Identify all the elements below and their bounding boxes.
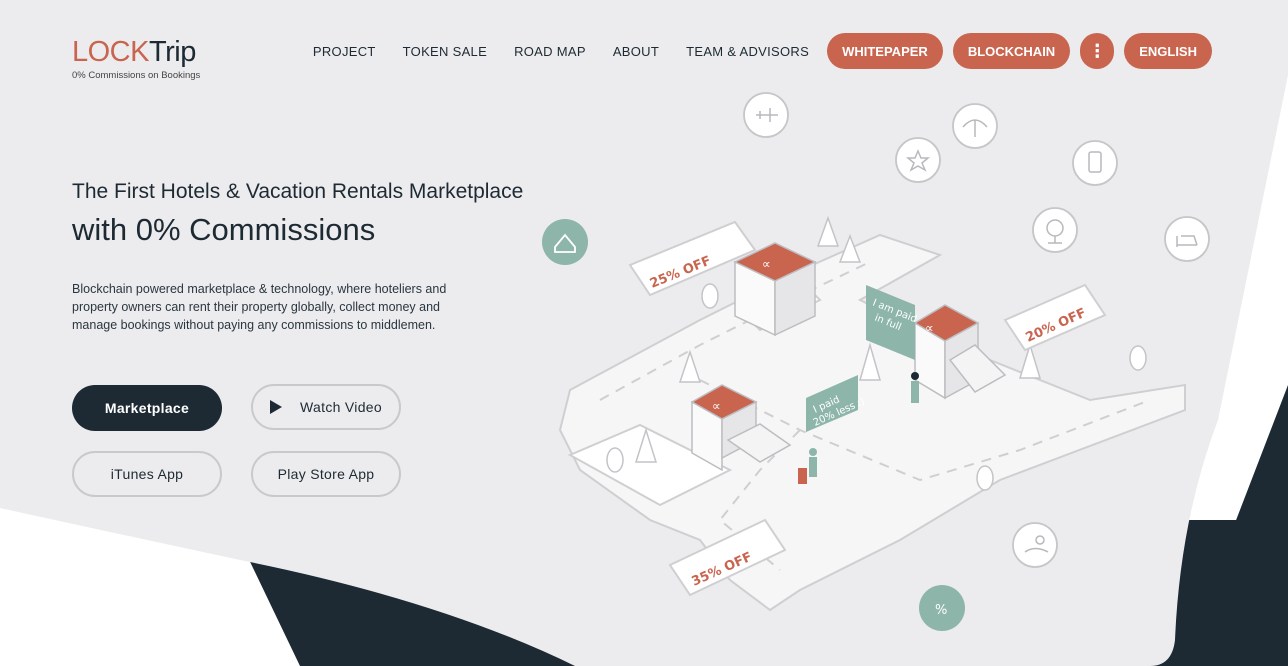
city-illustration: ∝ ∝ ∝ 25% OFF 20% OFF 35% OFF I am paid xyxy=(542,92,1210,631)
more-menu-button[interactable]: ⋮ xyxy=(1080,33,1115,69)
watch-video-button[interactable]: Watch Video xyxy=(251,384,401,430)
language-button[interactable]: ENGLISH xyxy=(1124,33,1212,69)
bed-icon xyxy=(1164,216,1210,262)
itunes-app-button[interactable]: iTunes App xyxy=(72,451,222,497)
logo-wordmark: LOCKTrip xyxy=(72,36,196,68)
whitepaper-button[interactable]: WHITEPAPER xyxy=(827,33,943,69)
nav-team-advisors[interactable]: TEAM & ADVISORS xyxy=(686,44,809,59)
nav-road-map[interactable]: ROAD MAP xyxy=(514,44,586,59)
svg-text:∝: ∝ xyxy=(925,321,934,335)
svg-text:∝: ∝ xyxy=(762,257,771,271)
hero-description: Blockchain powered marketplace & technol… xyxy=(72,282,447,332)
globe-icon xyxy=(1032,207,1078,253)
svg-text:∝: ∝ xyxy=(712,399,721,413)
hero-title: with 0% Commissions xyxy=(72,212,376,247)
hero-subtitle: The First Hotels & Vacation Rentals Mark… xyxy=(72,180,524,203)
nav-token-sale[interactable]: TOKEN SALE xyxy=(403,44,487,59)
star-icon xyxy=(895,137,941,183)
svg-text:%: % xyxy=(935,603,947,618)
play-icon xyxy=(270,400,283,414)
logo[interactable]: LOCKTrip 0% Commissions on Bookings xyxy=(72,36,201,82)
nav-project[interactable]: PROJECT xyxy=(313,44,376,59)
house-percent-icon xyxy=(542,219,588,265)
main-nav: PROJECT TOKEN SALE ROAD MAP ABOUT TEAM &… xyxy=(313,33,1212,69)
blockchain-button[interactable]: BLOCKCHAIN xyxy=(952,33,1071,69)
marketplace-button[interactable]: Marketplace xyxy=(72,385,222,431)
watch-video-label: Watch Video xyxy=(300,399,382,415)
luggage-icon xyxy=(1072,140,1118,186)
coins-hand-icon xyxy=(1012,522,1058,568)
nav-about[interactable]: ABOUT xyxy=(613,44,659,59)
play-store-app-button[interactable]: Play Store App xyxy=(251,451,401,497)
logo-tagline: 0% Commissions on Bookings xyxy=(72,70,201,81)
